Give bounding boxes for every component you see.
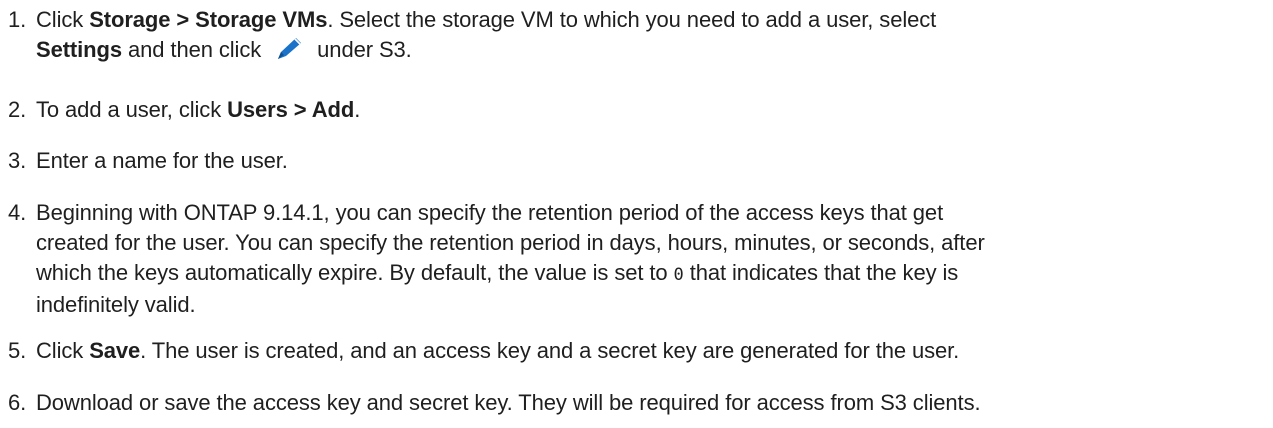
menu-path-users-add: Users > Add	[227, 97, 355, 122]
step-text: Click Storage > Storage VMs. Select the …	[36, 7, 937, 62]
menu-path-storage-vms: Storage > Storage VMs	[89, 7, 328, 32]
pencil-edit-icon	[275, 35, 305, 61]
settings-label: Settings	[36, 37, 122, 62]
inline-code-value: 0	[673, 265, 684, 285]
step-number: 6.	[8, 390, 27, 415]
step-text: Click Save. The user is created, and an …	[36, 338, 960, 363]
step-text: Enter a name for the user.	[36, 148, 288, 173]
step-number: 1.	[8, 7, 27, 32]
step-text: Beginning with ONTAP 9.14.1, you can spe…	[36, 200, 985, 317]
step-text: Download or save the access key and secr…	[36, 390, 981, 415]
step-number: 2.	[8, 97, 27, 122]
step-number: 5.	[8, 338, 27, 363]
step-number: 4.	[8, 200, 27, 225]
save-label: Save	[89, 338, 141, 363]
step-number: 3.	[8, 148, 27, 173]
step-text: To add a user, click Users > Add.	[36, 97, 361, 122]
